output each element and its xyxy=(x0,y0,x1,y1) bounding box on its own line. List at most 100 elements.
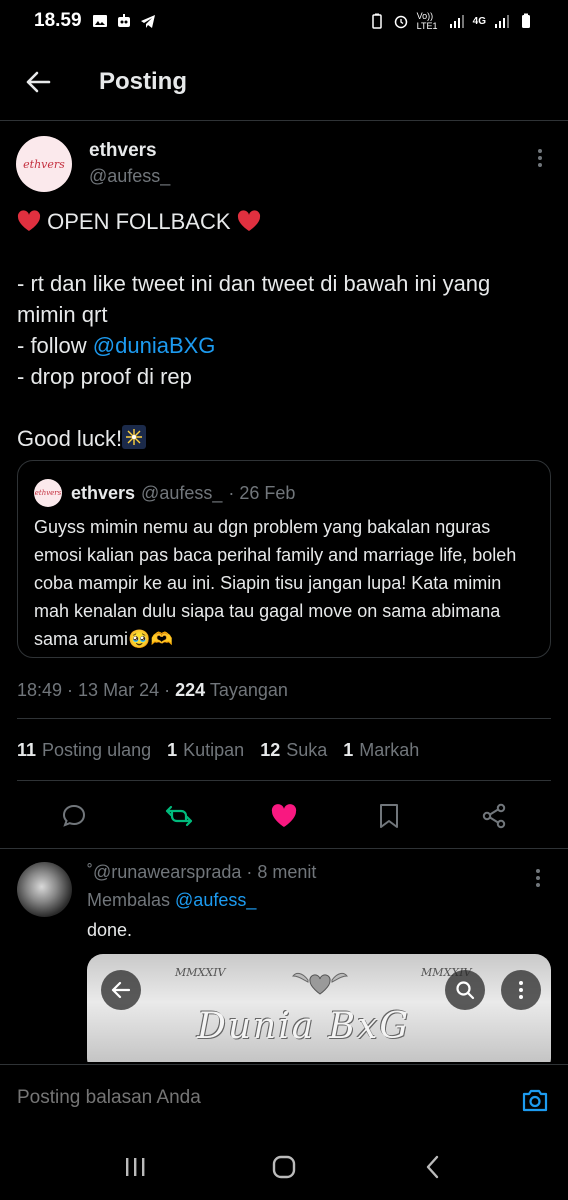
search-icon xyxy=(456,981,475,1000)
red-heart-icon xyxy=(17,210,41,231)
reply-header: ˚@runawearsprada · 8 menit xyxy=(87,862,316,883)
home-icon xyxy=(272,1155,296,1179)
battery-icon xyxy=(522,13,530,28)
heart-filled-icon xyxy=(271,804,297,827)
post-timestamp: 18:49 · 13 Mar 24 · xyxy=(17,680,176,700)
post-line-3-prefix: - follow xyxy=(17,333,93,358)
more-vertical-icon xyxy=(519,981,523,999)
network-type: 4G xyxy=(472,15,486,27)
post-line-5-text: Good luck! xyxy=(17,426,123,451)
status-time: 18.59 xyxy=(34,10,82,31)
post-line-3: - follow @duniaBXG xyxy=(17,330,537,361)
like-button[interactable] xyxy=(264,796,304,836)
avatar[interactable]: ethvers xyxy=(16,136,72,192)
post-meta: 18:49 · 13 Mar 24 · 224 Tayangan xyxy=(17,680,288,701)
system-back-button[interactable] xyxy=(413,1147,453,1187)
reply-time: · 8 menit xyxy=(241,862,317,882)
mention-link[interactable]: @duniaBXG xyxy=(93,333,216,358)
quoted-author-name: ethvers xyxy=(71,482,136,503)
reply-image[interactable]: MMXXIV MMXXIV Dunia BxG xyxy=(87,954,551,1062)
status-bar: 18.59 Vo)) LTE1 4G xyxy=(0,0,568,42)
quoted-avatar-logo: ethvers xyxy=(34,489,62,497)
page-title: Posting xyxy=(99,68,187,95)
fireworks-icon xyxy=(122,425,147,449)
repost-button[interactable] xyxy=(159,796,199,836)
recent-apps-icon xyxy=(125,1158,145,1176)
stats-divider xyxy=(17,780,551,781)
signal-2-icon xyxy=(495,15,509,28)
share-button[interactable] xyxy=(474,796,514,836)
image-search-button[interactable] xyxy=(445,970,485,1010)
network-label: Vo)) LTE1 xyxy=(416,11,438,31)
replying-mention[interactable]: @aufess_ xyxy=(175,890,256,910)
bookmarks-label: Markah xyxy=(359,740,420,760)
image-title: Dunia BxG xyxy=(197,1006,411,1047)
reply-author-handle[interactable]: ˚@runawearsprada xyxy=(87,862,241,882)
app-header: Posting xyxy=(0,52,568,112)
post-stats: 11 Posting ulang 1 Kutipan 12 Suka 1 Markah xyxy=(17,740,419,761)
bookmarks-stat[interactable]: 1 Markah xyxy=(343,740,419,761)
post-author-row: ethvers ethvers @aufess_ xyxy=(16,136,552,192)
likes-stat[interactable]: 12 Suka xyxy=(260,740,327,761)
meta-divider xyxy=(17,718,551,719)
views-label: Tayangan xyxy=(205,680,288,700)
reposts-count: 11 xyxy=(17,740,37,760)
arrow-left-icon xyxy=(26,71,51,93)
gallery-icon xyxy=(92,15,107,27)
post-more-button[interactable] xyxy=(528,146,552,170)
views-count: 224 xyxy=(175,680,206,700)
bookmarks-count: 1 xyxy=(343,740,354,760)
status-left-icons xyxy=(92,13,156,29)
reply-input[interactable] xyxy=(17,1087,467,1109)
status-right-icons: Vo)) LTE1 4G xyxy=(369,11,534,31)
battery-saver-icon xyxy=(371,13,382,29)
header-divider xyxy=(0,120,568,121)
camera-button[interactable] xyxy=(520,1085,550,1115)
post-line-2: - rt dan like tweet ini dan tweet di baw… xyxy=(17,271,491,327)
bookmark-button[interactable] xyxy=(369,796,409,836)
quotes-count: 1 xyxy=(167,740,178,760)
author-name[interactable]: ethvers xyxy=(89,140,157,162)
telegram-icon xyxy=(140,15,155,28)
reply-avatar[interactable] xyxy=(17,862,72,917)
actions-divider xyxy=(0,848,568,849)
back-button[interactable] xyxy=(18,62,58,102)
reposts-stat[interactable]: 11 Posting ulang xyxy=(17,740,151,761)
quoted-date: · 26 Feb xyxy=(228,482,296,503)
likes-label: Suka xyxy=(286,740,328,760)
reply-text: done. xyxy=(87,920,133,940)
reply-composer xyxy=(0,1064,568,1134)
image-more-button[interactable] xyxy=(501,970,541,1010)
reply-more-button[interactable] xyxy=(526,866,550,890)
quotes-label: Kutipan xyxy=(183,740,245,760)
quoted-post[interactable]: ethvers ethvers @aufess_ · 26 Feb Guyss … xyxy=(17,460,551,658)
share-icon xyxy=(482,803,505,829)
red-heart-icon xyxy=(237,210,260,231)
camera-icon xyxy=(522,1089,548,1112)
post-line-1: OPEN FOLLBACK xyxy=(17,206,537,237)
likes-count: 12 xyxy=(260,740,281,760)
recent-apps-button[interactable] xyxy=(115,1147,155,1187)
winged-heart-icon xyxy=(292,972,348,995)
arrow-left-icon xyxy=(111,981,131,999)
comment-icon xyxy=(63,804,86,827)
home-button[interactable] xyxy=(264,1147,304,1187)
quotes-stat[interactable]: 1 Kutipan xyxy=(167,740,244,761)
reply-post[interactable]: ˚@runawearsprada · 8 menit Membalas @auf… xyxy=(0,852,568,1062)
post-line-5: Good luck! xyxy=(17,423,537,454)
reply-button[interactable] xyxy=(54,796,94,836)
avatar-logo: ethvers xyxy=(23,157,65,171)
replying-prefix: Membalas xyxy=(87,890,176,910)
alarm-icon xyxy=(394,15,407,29)
reposts-label: Posting ulang xyxy=(42,740,152,760)
action-bar xyxy=(0,788,568,844)
image-back-button[interactable] xyxy=(101,970,141,1010)
signal-icon xyxy=(449,15,464,28)
repost-icon xyxy=(166,805,193,827)
bot-icon xyxy=(117,14,130,27)
author-handle[interactable]: @aufess_ xyxy=(89,166,170,187)
post-line-4: - drop proof di rep xyxy=(17,364,192,389)
quoted-post-text: Guyss mimin nemu au dgn problem yang bak… xyxy=(34,517,517,649)
